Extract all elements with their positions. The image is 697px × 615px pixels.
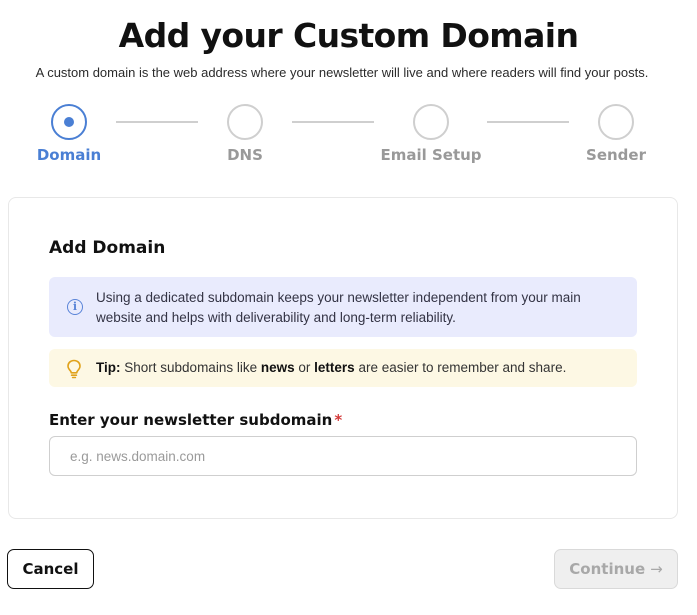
step-domain-indicator <box>51 104 87 140</box>
step-connector <box>292 121 374 123</box>
step-connector <box>116 121 198 123</box>
step-sender-indicator <box>598 104 634 140</box>
lightbulb-icon <box>67 359 81 379</box>
subdomain-label-text: Enter your newsletter subdomain <box>49 411 333 429</box>
tip-text-between: or <box>298 360 311 375</box>
step-dns-indicator <box>227 104 263 140</box>
info-text: Using a dedicated subdomain keeps your n… <box>96 290 581 325</box>
tip-prefix: Tip: <box>96 360 121 375</box>
page-subtitle: A custom domain is the web address where… <box>35 65 649 80</box>
tip-text-before: Short subdomains like <box>124 360 258 375</box>
continue-button[interactable]: Continue → <box>554 549 678 589</box>
info-icon: i <box>67 299 83 315</box>
continue-button-label: Continue <box>569 560 646 578</box>
step-label-email-setup: Email Setup <box>380 146 482 164</box>
step-email-setup-indicator <box>413 104 449 140</box>
active-step-dot <box>64 117 74 127</box>
subdomain-field-label: Enter your newsletter subdomain * <box>49 411 342 429</box>
step-label-dns: DNS <box>227 146 263 164</box>
tip-example-letters: letters <box>314 360 355 375</box>
card-title: Add Domain <box>49 238 166 258</box>
cancel-button[interactable]: Cancel <box>7 549 94 589</box>
step-label-domain: Domain <box>36 146 102 164</box>
step-connector <box>487 121 569 123</box>
info-callout: i Using a dedicated subdomain keeps your… <box>49 277 637 337</box>
stepper: Domain DNS Email Setup Sender <box>0 104 697 174</box>
tip-callout: Tip: Short subdomains like news or lette… <box>49 349 637 387</box>
subdomain-input[interactable] <box>49 436 637 476</box>
tip-text-after: are easier to remember and share. <box>358 360 567 375</box>
arrow-right-icon: → <box>650 560 663 578</box>
add-domain-card: Add Domain i Using a dedicated subdomain… <box>8 197 678 519</box>
tip-example-news: news <box>260 360 295 375</box>
tip-text: Tip: Short subdomains like news or lette… <box>96 360 566 375</box>
page-title: Add your Custom Domain <box>118 16 579 55</box>
required-asterisk: * <box>334 411 343 429</box>
step-label-sender: Sender <box>586 146 646 164</box>
